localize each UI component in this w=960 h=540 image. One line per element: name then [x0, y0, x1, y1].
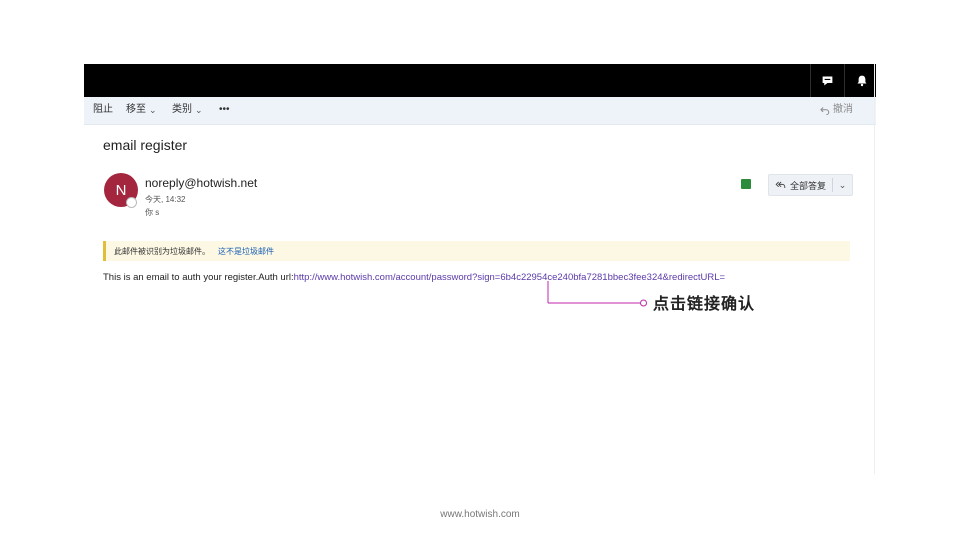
more-label: •••: [219, 104, 230, 115]
junk-mail-notice: 此邮件被识别为垃圾邮件。 这不是垃圾邮件: [103, 241, 850, 261]
move-to-button[interactable]: 移至 ⌄: [126, 103, 157, 117]
chevron-down-icon: ⌄: [149, 105, 157, 115]
block-button[interactable]: 阻止: [93, 103, 113, 117]
chat-icon: [822, 76, 833, 86]
presence-status-icon: [126, 197, 137, 208]
reply-all-icon: [775, 181, 786, 189]
block-label: 阻止: [93, 104, 113, 115]
undo-label: 撤消: [833, 104, 853, 115]
chevron-down-icon: ⌄: [195, 105, 203, 115]
category-label: 类别: [172, 104, 192, 115]
email-body: This is an email to auth your register.A…: [103, 272, 725, 283]
undo-button[interactable]: 撤消: [820, 103, 853, 117]
top-bar: [84, 64, 876, 97]
chevron-down-icon: ⌄: [838, 179, 847, 190]
reply-all-button[interactable]: 全部答复: [769, 175, 832, 195]
undo-icon: [820, 107, 830, 115]
chat-button[interactable]: [811, 64, 844, 97]
green-tag-icon[interactable]: [741, 179, 751, 189]
move-label: 移至: [126, 104, 146, 115]
footer-url: www.hotwish.com: [440, 509, 520, 520]
message-toolbar: 阻止 移至 ⌄ 类别 ⌄ ••• 撤消: [84, 97, 876, 125]
reply-all-label: 全部答复: [790, 180, 827, 191]
reply-options-dropdown[interactable]: ⌄: [833, 180, 852, 191]
mail-client-window: 阻止 移至 ⌄ 类别 ⌄ ••• 撤消 email register N nor…: [84, 64, 876, 474]
reply-all-split-button: 全部答复 ⌄: [768, 174, 853, 196]
auth-url-link[interactable]: http://www.hotwish.com/account/password?…: [294, 272, 725, 283]
category-button[interactable]: 类别 ⌄: [172, 103, 203, 117]
recipient-line: 你 s: [145, 208, 160, 217]
sender-address[interactable]: noreply@hotwish.net: [145, 176, 257, 190]
more-actions-button[interactable]: •••: [219, 103, 230, 117]
not-junk-link[interactable]: 这不是垃圾邮件: [218, 246, 274, 257]
bell-icon: [857, 75, 866, 87]
email-date: 今天, 14:32: [145, 195, 186, 204]
email-subject: email register: [103, 137, 188, 153]
junk-notice-text: 此邮件被识别为垃圾邮件。: [114, 246, 210, 256]
annotation-label: 点击链接确认: [653, 296, 756, 313]
avatar-initial: N: [115, 181, 127, 199]
window-right-edge: [874, 64, 875, 474]
body-prefix: This is an email to auth your register.A…: [103, 272, 294, 283]
notifications-button[interactable]: [845, 64, 876, 97]
